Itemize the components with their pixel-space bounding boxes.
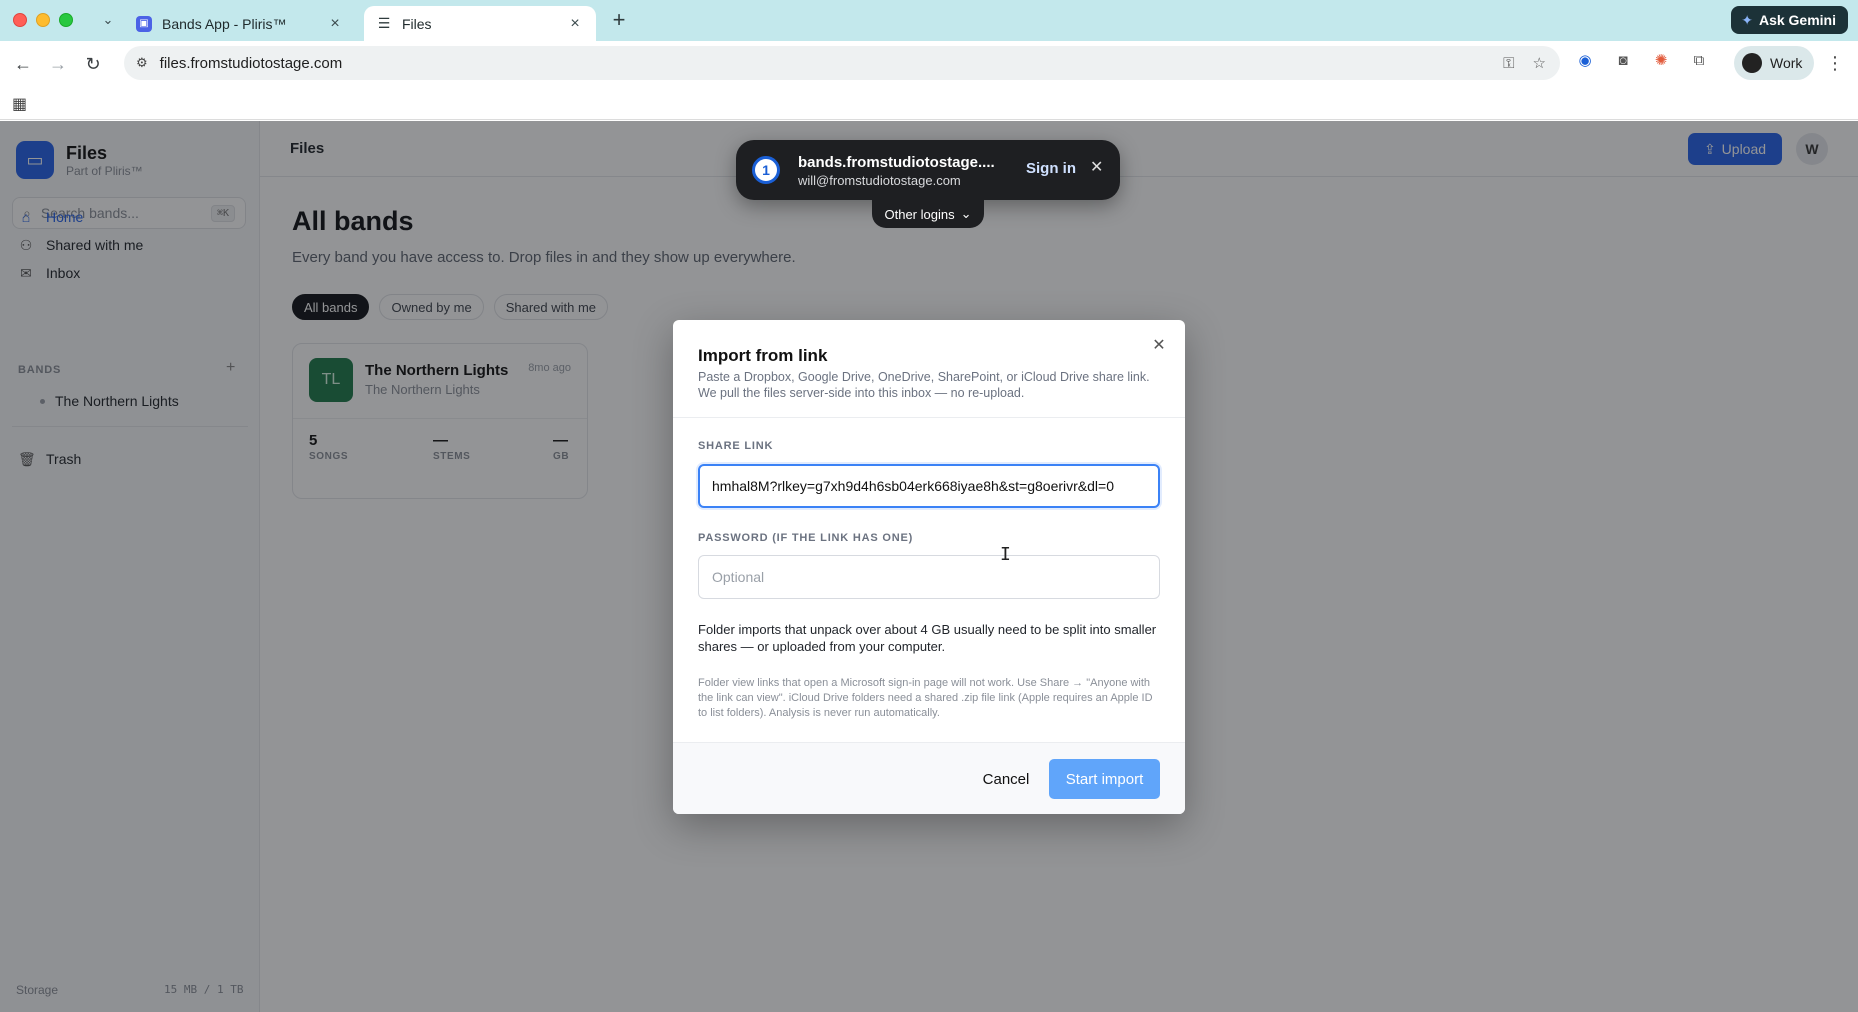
share-link-label: SHARE LINK: [698, 440, 774, 452]
tab-title: Bands App - Pliris™: [162, 15, 287, 32]
share-link-input[interactable]: [698, 464, 1160, 508]
camera-extension-icon[interactable]: ◙: [1612, 52, 1634, 69]
password-input[interactable]: [698, 555, 1160, 599]
apps-grid-icon[interactable]: ▦: [12, 94, 27, 114]
claude-extension-icon[interactable]: ✺: [1650, 51, 1672, 69]
other-logins-button[interactable]: Other logins ⌄: [872, 200, 984, 228]
profile-chip[interactable]: Work: [1734, 46, 1814, 80]
text-cursor-icon: I: [1000, 544, 1011, 565]
profile-label: Work: [1770, 55, 1803, 71]
new-tab-button[interactable]: +: [606, 7, 632, 33]
close-icon[interactable]: ✕: [1090, 157, 1103, 177]
close-icon[interactable]: ✕: [1149, 336, 1169, 356]
tab-title: Files: [402, 15, 432, 32]
password-manager-logo-icon: 1: [752, 156, 780, 184]
dialog-footer: Cancel Start import: [673, 742, 1185, 814]
address-url[interactable]: files.fromstudiotostage.com: [160, 55, 343, 72]
browser-tab-files[interactable]: ☰ Files ×: [364, 6, 596, 41]
ask-gemini-label: Ask Gemini: [1758, 12, 1836, 28]
sign-in-button[interactable]: Sign in: [1026, 160, 1076, 177]
files-sliders-icon: ☰: [377, 15, 391, 31]
site-settings-icon[interactable]: ⚙: [136, 55, 148, 71]
reload-icon[interactable]: ↻: [80, 51, 106, 77]
password-label: PASSWORD (IF THE LINK HAS ONE): [698, 532, 914, 544]
back-arrow-icon[interactable]: ←: [10, 51, 36, 77]
bookmarks-bar: ▦: [0, 86, 1858, 120]
password-manager-popup: 1 bands.fromstudiotostage.... will@froms…: [736, 140, 1120, 200]
window-close-button[interactable]: [13, 13, 27, 27]
ask-gemini-button[interactable]: ✦ Ask Gemini: [1731, 6, 1848, 34]
size-note: Folder imports that unpack over about 4 …: [698, 622, 1157, 654]
tab-search-chevron-icon[interactable]: ⌄: [98, 10, 118, 30]
saved-login-user[interactable]: will@fromstudiotostage.com: [798, 173, 961, 188]
tab-close-icon[interactable]: ×: [566, 15, 584, 33]
tab-close-icon[interactable]: ×: [326, 15, 344, 33]
profile-avatar: [1742, 53, 1762, 73]
window-minimize-button[interactable]: [36, 13, 50, 27]
bookmark-star-icon[interactable]: ☆: [1533, 54, 1546, 72]
extensions-puzzle-icon[interactable]: ⧉: [1688, 52, 1710, 69]
dialog-title: Import from link: [698, 346, 828, 365]
password-key-icon[interactable]: ⚿: [1503, 55, 1514, 72]
pliris-app-icon: ▣: [136, 15, 152, 32]
browser-toolbar: ← → ↻ ⚙ files.fromstudiotostage.com ⚿ ☆ …: [0, 41, 1858, 86]
browser-tab-bands-app[interactable]: ▣ Bands App - Pliris™ ×: [124, 6, 356, 41]
browser-menu-icon[interactable]: ⋮: [1826, 53, 1844, 74]
password-manager-extension-icon[interactable]: ◉: [1574, 51, 1596, 69]
dialog-description: Paste a Dropbox, Google Drive, OneDrive,…: [698, 370, 1150, 400]
saved-login-site[interactable]: bands.fromstudiotostage....: [798, 154, 995, 171]
window-zoom-button[interactable]: [59, 13, 73, 27]
address-bar[interactable]: ⚙ files.fromstudiotostage.com ⚿ ☆: [124, 46, 1560, 80]
other-logins-label: Other logins: [884, 206, 955, 222]
cancel-button[interactable]: Cancel: [969, 759, 1043, 799]
dialog-divider: [673, 417, 1185, 418]
import-from-link-dialog: ✕ Import from link Paste a Dropbox, Goog…: [673, 320, 1185, 814]
help-note: Folder view links that open a Microsoft …: [698, 677, 1153, 719]
gemini-spark-icon: ✦: [1741, 11, 1753, 28]
browser-tabstrip: ⌄ ▣ Bands App - Pliris™ × ☰ Files × + ✦ …: [0, 0, 1858, 41]
start-import-button[interactable]: Start import: [1049, 759, 1160, 799]
forward-arrow-icon[interactable]: →: [45, 51, 71, 77]
chevron-down-icon: ⌄: [960, 206, 972, 221]
